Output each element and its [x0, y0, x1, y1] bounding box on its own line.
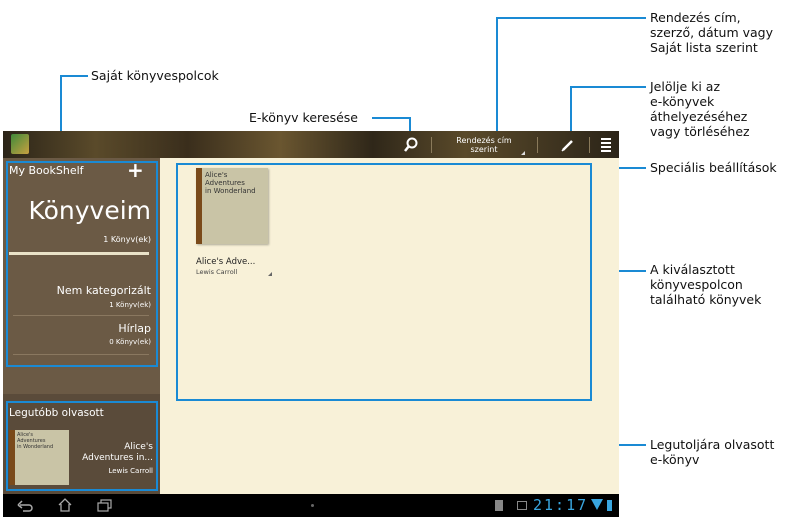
edit-button[interactable] [558, 135, 578, 155]
callout-my-bookshelves: Saját könyvespolcok [91, 68, 219, 83]
action-bar: Rendezés cím szerint [3, 131, 619, 158]
books-area-highlight [176, 163, 592, 401]
bookshelves-highlight [6, 161, 158, 367]
leader-line [60, 75, 88, 77]
menu-button[interactable] [599, 136, 613, 154]
back-icon [17, 500, 33, 512]
callout-select-move-delete: Jelölje ki az e-könyvek áthelyezéséhez v… [650, 79, 750, 139]
system-navigation-bar: 21:17 [3, 494, 619, 517]
toolbar-divider [537, 137, 538, 153]
sort-dropdown-label: Rendezés cím szerint [456, 136, 512, 154]
image-notification-icon [517, 501, 527, 510]
app-logo-icon [11, 134, 29, 154]
callout-ebook-search: E-könyv keresése [249, 110, 358, 125]
toolbar-divider [431, 137, 432, 153]
callout-books-on-shelf: A kiválasztott könyvespolcon található k… [650, 262, 762, 307]
sd-card-icon [495, 500, 503, 511]
pencil-icon [561, 140, 573, 152]
search-icon [404, 137, 418, 152]
recent-apps-button[interactable] [97, 498, 113, 512]
leader-line [496, 17, 646, 19]
leader-line [570, 86, 646, 88]
toolbar-divider [589, 137, 590, 153]
wifi-icon [591, 499, 603, 510]
search-button[interactable] [401, 135, 421, 155]
battery-icon [607, 500, 612, 511]
recent-apps-icon [97, 499, 112, 512]
menu-icon [601, 138, 611, 152]
dropdown-corner-icon [521, 151, 525, 155]
leader-line [496, 17, 498, 147]
clock: 21:17 [533, 496, 589, 514]
sort-dropdown[interactable]: Rendezés cím szerint [441, 134, 527, 156]
home-button[interactable] [57, 497, 73, 513]
last-read-highlight [6, 401, 158, 491]
back-button[interactable] [17, 498, 33, 512]
leader-line [372, 117, 410, 119]
callout-special-settings: Speciális beállítások [650, 160, 777, 175]
home-icon [58, 498, 72, 512]
center-dot-icon [311, 504, 314, 507]
callout-sort-by: Rendezés cím, szerző, dátum vagy Saját l… [650, 10, 774, 55]
callout-last-read: Legutoljára olvasott e-könyv [650, 437, 775, 467]
